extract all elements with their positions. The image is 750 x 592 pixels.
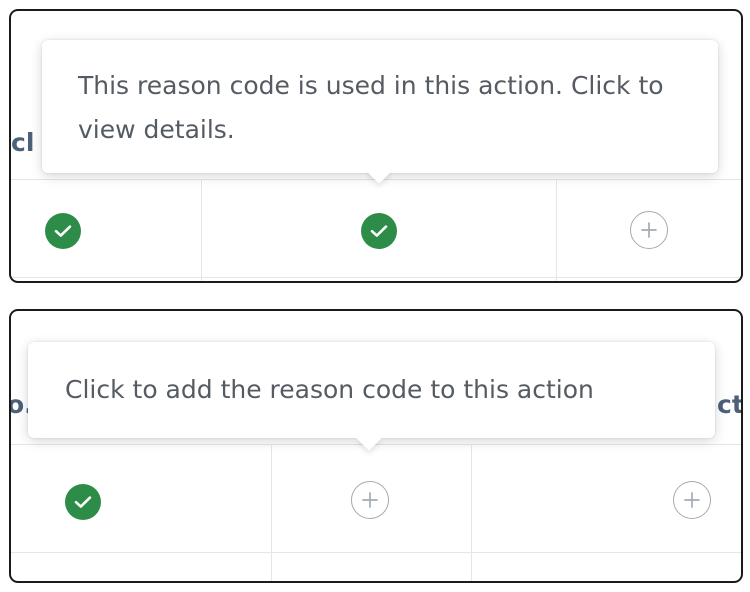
add-reason-code-tooltip: Click to add the reason code to this act… <box>28 342 715 451</box>
check-circle-icon[interactable] <box>361 213 397 249</box>
check-circle-icon[interactable] <box>65 484 101 520</box>
row-divider <box>11 552 741 553</box>
panel-add-tooltip: o. ct Click to add the reason code to th… <box>9 309 743 583</box>
plus-circle-icon[interactable] <box>630 211 668 249</box>
column-divider <box>556 179 557 281</box>
header-row-divider <box>11 444 741 445</box>
column-divider <box>471 444 472 581</box>
plus-circle-icon[interactable] <box>351 481 389 519</box>
column-header-fragment: cl <box>11 130 35 155</box>
tooltip-text: Click to add the reason code to this act… <box>65 375 594 404</box>
reason-code-used-tooltip: This reason code is used in this action.… <box>42 40 718 184</box>
column-divider <box>201 179 202 281</box>
column-divider <box>271 444 272 581</box>
panel-used-tooltip: cl This reason code is used in this acti… <box>9 9 743 283</box>
row-divider <box>11 277 741 278</box>
tooltip-text: This reason code is used in this action.… <box>78 71 664 144</box>
column-header-fragment: ct <box>717 392 743 417</box>
check-circle-icon[interactable] <box>45 213 81 249</box>
tooltip-arrow <box>356 425 382 451</box>
plus-circle-icon[interactable] <box>673 481 711 519</box>
